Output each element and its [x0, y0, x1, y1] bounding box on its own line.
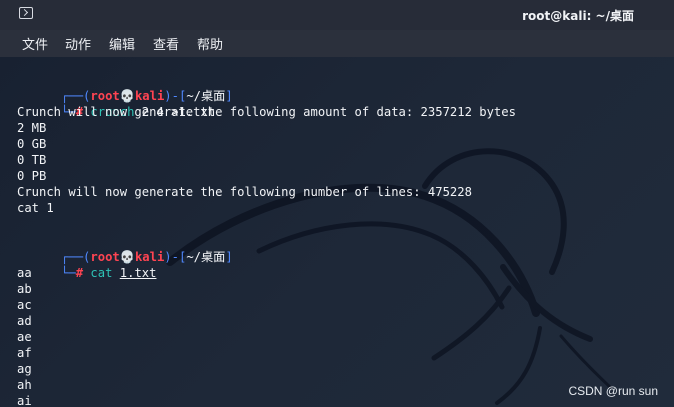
cat-output-line: aa: [17, 266, 32, 280]
prompt-path: ~/桌面: [186, 250, 226, 264]
watermark-text: CSDN @run sun: [568, 384, 658, 398]
cat-output-line: ac: [17, 298, 32, 312]
cat-output-line: ae: [17, 330, 32, 344]
prompt-line-1: ┌──(root💀kali)-[~/桌面]: [17, 72, 233, 103]
terminal-icon: [19, 7, 33, 19]
cat-output-line: ah: [17, 378, 32, 392]
window-title: root@kali: ~/桌面: [522, 9, 634, 23]
menu-bar: 文件 动作 编辑 查看 帮助: [0, 30, 674, 57]
file-link[interactable]: 1.txt: [120, 266, 157, 280]
terminal-output-area[interactable]: ┌──(root💀kali)-[~/桌面] └─# crunch 2 4 >1.…: [0, 57, 674, 407]
window-titlebar: root@kali: ~/桌面: [0, 0, 674, 30]
cat-output-line: ad: [17, 314, 32, 328]
cat-output-line: ag: [17, 362, 32, 376]
command-line-crunch: └─# crunch 2 4 >1.txt: [17, 88, 215, 119]
terminal-window: root@kali: ~/桌面 文件 动作 编辑 查看 帮助 ┌──(root💀…: [0, 0, 674, 407]
output-line: 2 MB: [17, 121, 47, 135]
prompt-end: ]: [225, 250, 233, 264]
prompt-corner: └─: [61, 266, 76, 280]
cat-output-line: ai: [17, 394, 32, 407]
menu-help[interactable]: 帮助: [197, 34, 223, 53]
command-line-cat: └─# cat 1.txt: [17, 249, 156, 280]
output-line: 0 TB: [17, 153, 47, 167]
output-line: 0 PB: [17, 169, 47, 183]
menu-action[interactable]: 动作: [65, 34, 91, 53]
output-line: cat 1: [17, 201, 54, 215]
prompt-line-2: ┌──(root💀kali)-[~/桌面]: [17, 233, 233, 264]
root-hash: #: [75, 266, 84, 280]
menu-file[interactable]: 文件: [22, 34, 48, 53]
output-line: 0 GB: [17, 137, 47, 151]
menu-edit[interactable]: 编辑: [109, 34, 135, 53]
prompt-middle: )-[: [164, 250, 187, 264]
command-cat: cat: [90, 266, 113, 280]
output-line: Crunch will now generate the following n…: [17, 185, 472, 199]
prompt-end: ]: [225, 89, 233, 103]
cat-output-line: ab: [17, 282, 32, 296]
cat-output-line: af: [17, 346, 32, 360]
menu-view[interactable]: 查看: [153, 34, 179, 53]
output-line: Crunch will now generate the following a…: [17, 105, 516, 119]
